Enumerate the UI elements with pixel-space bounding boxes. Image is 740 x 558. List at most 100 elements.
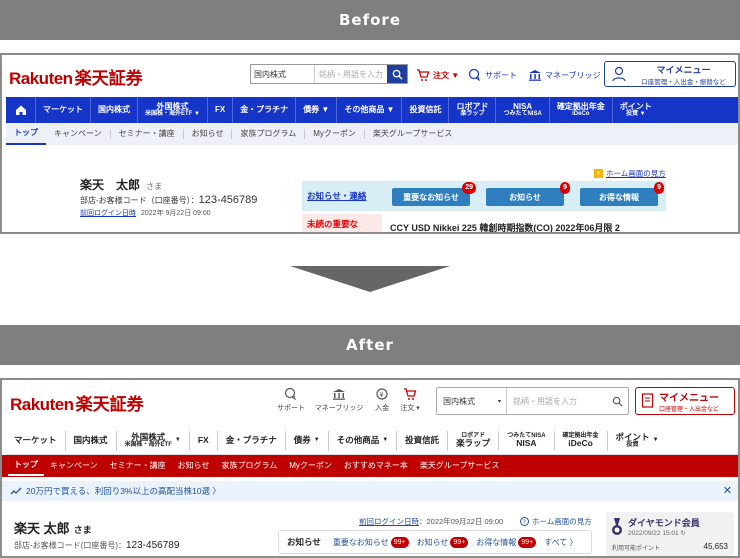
view-all-link[interactable]: すべて 〉 xyxy=(544,537,577,548)
nav-fx[interactable]: FX xyxy=(208,97,234,123)
mymenu-button[interactable]: マイメニュー 口座管理・入出金・振替など xyxy=(604,61,736,87)
nav-robo[interactable]: ロボアド 楽ラップ xyxy=(448,430,500,451)
screen-guide-link[interactable]: ? ホーム画面の見方 xyxy=(594,168,666,179)
home-icon xyxy=(15,105,26,115)
important-notice-button[interactable]: 重要なお知らせ 29 xyxy=(392,182,476,206)
notice-badge: 99+ xyxy=(450,536,469,548)
deals-link[interactable]: お得な情報 99+ xyxy=(476,536,537,548)
after-banner: After xyxy=(0,325,740,365)
nav-domestic-stock[interactable]: 国内株式 xyxy=(91,97,138,123)
subnav-family[interactable]: 家族プログラム xyxy=(232,129,306,139)
notice-badge: 9 xyxy=(654,182,664,194)
search-input[interactable]: 銘柄・用語を入力 xyxy=(507,388,606,414)
money-bridge-link[interactable]: マネーブリッジ xyxy=(528,68,601,82)
subnav-coupon[interactable]: Myクーポン xyxy=(305,129,365,139)
nav-bond[interactable]: 債券 ▼ xyxy=(286,430,329,451)
search-box: 国内株式 銘柄・用語を入力 xyxy=(250,64,408,84)
account-number: 部店-お客様コード（口座番号）：123-456789 xyxy=(80,194,258,206)
screen-guide-link[interactable]: ? ホーム画面の見方 xyxy=(520,516,592,527)
subnav-news[interactable]: お知らせ xyxy=(184,129,233,139)
subnav-family[interactable]: 家族プログラム xyxy=(215,455,283,477)
search-box: 国内株式 ▾ 銘柄・用語を入力 xyxy=(436,387,629,415)
search-category-select[interactable]: 国内株式 ▾ xyxy=(437,388,507,414)
search-button[interactable] xyxy=(606,388,628,414)
nav-robo[interactable]: ロボアド 楽ラップ xyxy=(449,97,497,123)
close-icon[interactable]: ✕ xyxy=(723,484,732,497)
sub-nav: トップ キャンペーン セミナー・講座 お知らせ 家族プログラム Myクーポン 楽… xyxy=(6,123,738,145)
member-rank: ダイヤモンド会員 xyxy=(628,518,700,528)
nav-other[interactable]: その他商品 ▼ xyxy=(337,97,403,123)
subnav-top[interactable]: トップ xyxy=(6,123,46,145)
deals-button[interactable]: お得な情報 9 xyxy=(580,182,664,206)
subnav-campaign[interactable]: キャンペーン xyxy=(44,455,104,477)
rakuten-logo[interactable]: Rakuten 楽天証券 xyxy=(9,64,143,89)
notice-badge: 9 xyxy=(560,182,570,194)
important-notice-link[interactable]: 重要なお知らせ 99+ xyxy=(333,536,409,548)
help-icon: ? xyxy=(594,169,603,178)
nav-market[interactable]: マーケット xyxy=(36,97,91,123)
news-ticker[interactable]: CCY USD Nikkei 225 韓創時期指数(CO) 2022年06月限 … xyxy=(390,221,620,232)
nav-ideco[interactable]: 確定拠出年金 iDeCo xyxy=(555,430,608,451)
support-link[interactable]: サポート xyxy=(269,387,313,413)
main-nav: マーケット 国内株式 外国株式 米国株・海外ETF ▼ FX 金・プラチナ 債券 … xyxy=(6,97,738,123)
nav-gold[interactable]: 金・プラチナ xyxy=(233,97,297,123)
member-rank-card[interactable]: ダイヤモンド会員 2022/09/22 15:01 ↻ 利用可能ポイント 45,… xyxy=(606,512,734,556)
search-button[interactable] xyxy=(387,65,407,83)
account-number: 部店-お客様コード(口座番号)：123-456789 xyxy=(14,540,180,551)
refresh-icon[interactable]: ↻ xyxy=(680,530,685,537)
nav-point[interactable]: ポイント 投資 ▼ xyxy=(608,431,667,451)
nav-nisa[interactable]: つみたてNISA NISA xyxy=(499,430,555,451)
medal-icon xyxy=(612,518,622,535)
notice-box: お知らせ 重要なお知らせ 99+ お知らせ 99+ お得な情報 99+ すべて 〉 xyxy=(278,530,592,554)
subnav-seminar[interactable]: セミナー・講座 xyxy=(104,455,172,477)
nav-fx[interactable]: FX xyxy=(190,430,218,451)
notice-title: お知らせ xyxy=(287,537,321,547)
notice-box: お知らせ・連絡 重要なお知らせ 29 お知らせ 9 お得な情報 9 xyxy=(302,181,666,211)
nav-fund[interactable]: 投資信託 xyxy=(402,97,450,123)
nav-ideco[interactable]: 確定拠出年金 iDeCo xyxy=(550,97,613,123)
news-link[interactable]: お知らせ 99+ xyxy=(417,536,469,548)
nav-point[interactable]: ポイント 投資 ▼ xyxy=(613,97,659,123)
nav-bond[interactable]: 債券 ▼ xyxy=(296,97,338,123)
nav-foreign-stock[interactable]: 外国株式 米国株・海外ETF ▼ xyxy=(117,430,190,451)
last-login-link[interactable]: 前回ログイン日時 xyxy=(80,210,136,217)
support-link[interactable]: サポート xyxy=(468,68,517,82)
svg-text:¥: ¥ xyxy=(379,391,384,399)
chevron-down-icon: ▼ xyxy=(652,437,659,444)
subnav-group[interactable]: 楽天グループサービス xyxy=(414,455,506,477)
promo-banner[interactable]: 20万円で買える、利回り3%以上の高配当株10選 〉 ✕ xyxy=(2,481,738,501)
member-date: 2022/09/22 15:01 ↻ xyxy=(628,530,686,537)
mymenu-button[interactable]: マイメニュー 口座管理・入出金など xyxy=(635,387,735,415)
nav-market[interactable]: マーケット xyxy=(6,430,66,451)
nav-other[interactable]: その他商品 ▼ xyxy=(329,430,398,451)
nav-foreign-stock[interactable]: 外国株式 米国株・海外ETF ▼ xyxy=(138,97,208,123)
nav-gold[interactable]: 金・プラチナ xyxy=(218,430,286,451)
last-login-link[interactable]: 前回ログイン日時 xyxy=(359,517,419,526)
news-button[interactable]: お知らせ 9 xyxy=(486,182,570,206)
notice-title[interactable]: お知らせ・連絡 xyxy=(307,190,366,202)
before-panel: Rakuten 楽天証券 国内株式 銘柄・用語を入力 注文 ▼ サポート マネーブ… xyxy=(0,53,740,234)
search-category-select[interactable]: 国内株式 xyxy=(251,65,315,83)
subnav-coupon[interactable]: Myクーポン xyxy=(283,455,338,477)
user-name: 楽天 太郎 さま xyxy=(80,178,163,192)
subnav-campaign[interactable]: キャンペーン xyxy=(46,129,111,139)
chevron-down-icon: ▼ xyxy=(382,437,389,444)
money-bridge-link[interactable]: マネーブリッジ xyxy=(314,387,364,413)
chevron-down-icon: ▼ xyxy=(313,437,320,444)
nav-domestic-stock[interactable]: 国内株式 xyxy=(66,430,117,451)
notice-badge: 99+ xyxy=(518,536,537,548)
search-input[interactable]: 銘柄・用語を入力 xyxy=(315,65,387,83)
subnav-books[interactable]: おすすめマネー本 xyxy=(338,455,414,477)
chart-icon xyxy=(10,487,22,495)
order-link[interactable]: 注文 ▼ xyxy=(416,68,459,82)
subnav-group[interactable]: 楽天グループサービス xyxy=(365,129,461,139)
rakuten-logo[interactable]: Rakuten 楽天証券 xyxy=(10,390,144,415)
subnav-top[interactable]: トップ xyxy=(8,456,44,476)
home-button[interactable] xyxy=(6,97,36,123)
search-icon xyxy=(612,396,623,407)
subnav-news[interactable]: お知らせ xyxy=(172,455,216,477)
subnav-seminar[interactable]: セミナー・講座 xyxy=(111,129,184,139)
nav-nisa[interactable]: NISA つみたてNISA xyxy=(496,97,550,123)
nav-fund[interactable]: 投資信託 xyxy=(397,430,449,451)
order-link[interactable]: 注文 ▾ xyxy=(388,387,432,413)
